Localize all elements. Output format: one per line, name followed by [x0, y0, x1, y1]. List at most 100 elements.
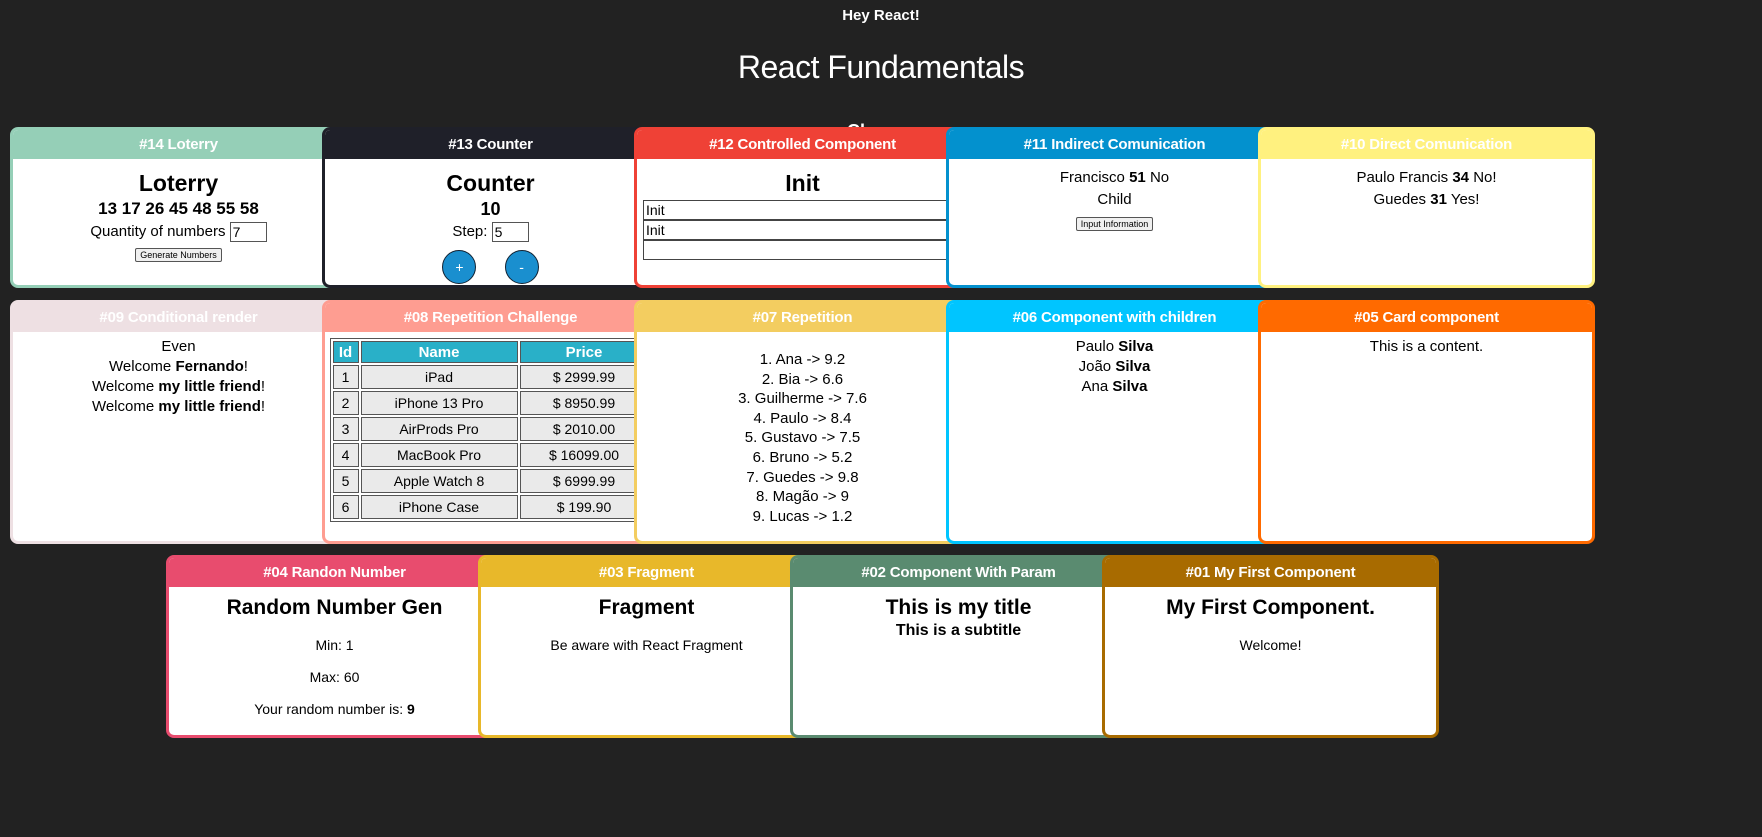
card-counter: #13 Counter Counter 10 Step: + - — [322, 127, 659, 288]
cell-id: 5 — [332, 469, 359, 493]
card-header: #12 Controlled Component — [637, 130, 968, 159]
input-information-button[interactable]: Input Information — [1075, 217, 1154, 231]
welcome-name: my little friend — [158, 378, 261, 395]
card-controlled: #12 Controlled Component Init — [634, 127, 971, 288]
cell-price: $ 2010.00 — [519, 417, 649, 441]
welcome-text: Welcome — [91, 378, 155, 395]
card-card-component: #05 Card component This is a content. — [1258, 300, 1595, 544]
table-row: 1 iPad $ 2999.99 — [332, 365, 649, 389]
person-age: 51 — [1129, 169, 1146, 186]
welcome-name: my little friend — [158, 398, 261, 415]
cell-name: MacBook Pro — [360, 443, 518, 467]
cell-id: 6 — [332, 495, 359, 519]
card-conditional-render: #09 Conditional render Even Welcome Fern… — [10, 300, 347, 544]
person-age: 34 — [1452, 169, 1470, 186]
cell-id: 1 — [332, 365, 359, 389]
welcome-text: Welcome — [109, 358, 172, 375]
list-item: 2. Bia -> 6.6 — [761, 370, 844, 388]
top-title: Hey React! — [842, 7, 920, 24]
cell-id: 3 — [332, 417, 359, 441]
counter-value: 10 — [480, 199, 501, 219]
card-header: #01 My First Component — [1105, 558, 1436, 587]
card-title: This is my title — [885, 596, 1032, 619]
card-title: Init — [785, 170, 820, 196]
cell-name: Apple Watch 8 — [360, 469, 518, 493]
cell-name: iPhone Case — [360, 495, 518, 519]
card-header: #11 Indirect Comunication — [949, 130, 1280, 159]
fragment-text: Be aware with React Fragment — [550, 637, 743, 653]
card-loterry: #14 Loterry Loterry 13 17 26 45 48 55 58… — [10, 127, 347, 288]
welcome-name: Fernando — [175, 358, 244, 375]
list-item: 9. Lucas -> 1.2 — [752, 507, 853, 525]
exclamation: ! — [260, 398, 266, 415]
column-header: Id — [332, 341, 359, 363]
card-header: #03 Fragment — [481, 558, 812, 587]
quantity-label: Quantity of numbers — [90, 222, 226, 240]
card-random-number: #04 Randon Number Random Number Gen Min:… — [166, 555, 503, 738]
increment-button[interactable]: + — [442, 250, 477, 284]
step-label: Step: — [452, 222, 488, 240]
generate-numbers-button[interactable]: Generate Numbers — [135, 248, 222, 262]
card-header: #04 Randon Number — [169, 558, 500, 587]
cell-name: iPhone 13 Pro — [360, 391, 518, 415]
list-item: 7. Guedes -> 9.8 — [746, 468, 859, 486]
column-header: Name — [360, 341, 518, 363]
products-table: Id Name Price 1 iPad $ 2999.99 2 iPhone … — [329, 338, 652, 522]
person-answer: No — [1149, 169, 1170, 186]
page-title: React Fundamentals — [737, 49, 1025, 85]
person-age: 31 — [1430, 191, 1447, 208]
table-row: 2 iPhone 13 Pro $ 8950.99 — [332, 391, 649, 415]
card-header: #07 Repetition — [637, 303, 968, 332]
card-indirect-communication: #11 Indirect Comunication Francisco 51 N… — [946, 127, 1283, 288]
controlled-input-1[interactable] — [643, 200, 962, 220]
controlled-input-3[interactable] — [643, 240, 962, 260]
list-item: 1. Ana -> 9.2 — [759, 351, 846, 368]
card-header: #02 Component With Param — [793, 558, 1124, 587]
child-label: Child — [1097, 191, 1132, 208]
first-name: Ana — [1081, 378, 1109, 395]
lottery-numbers: 13 17 26 45 48 55 58 — [98, 199, 259, 218]
step-input[interactable] — [491, 222, 529, 242]
table-row: 4 MacBook Pro $ 16099.00 — [332, 443, 649, 467]
column-header: Price — [519, 341, 649, 363]
table-row: 6 iPhone Case $ 199.90 — [332, 495, 649, 519]
card-title: Counter — [446, 170, 535, 196]
result-label: Your random number is: — [254, 701, 404, 717]
card-fragment: #03 Fragment Fragment Be aware with Reac… — [478, 555, 815, 738]
welcome-text: Welcome! — [1239, 637, 1302, 653]
cell-price: $ 8950.99 — [519, 391, 649, 415]
cell-price: $ 2999.99 — [519, 365, 649, 389]
person-answer: No! — [1473, 169, 1497, 186]
card-header: #09 Conditional render — [13, 303, 344, 332]
quantity-input[interactable] — [229, 222, 267, 242]
list-item: 3. Guilherme -> 7.6 — [738, 390, 867, 408]
decrement-button[interactable]: - — [504, 250, 539, 284]
card-header: #14 Loterry — [13, 130, 344, 159]
min-value: Min: 1 — [315, 637, 354, 653]
exclamation: ! — [260, 378, 266, 395]
card-component-with-param: #02 Component With Param This is my titl… — [790, 555, 1127, 738]
person-name: Francisco — [1059, 169, 1125, 186]
card-header: #06 Component with children — [949, 303, 1280, 332]
cell-name: AirProds Pro — [360, 417, 518, 441]
cell-name: iPad — [360, 365, 518, 389]
cell-id: 4 — [332, 443, 359, 467]
person-name: Guedes — [1373, 191, 1427, 208]
card-header: #05 Card component — [1261, 303, 1592, 332]
last-name: Silva — [1115, 358, 1151, 375]
first-name: Paulo — [1075, 338, 1115, 355]
card-content: This is a content. — [1369, 338, 1484, 355]
card-header: #13 Counter — [325, 130, 656, 159]
cell-price: $ 199.90 — [519, 495, 649, 519]
card-header: #08 Repetition Challenge — [325, 303, 656, 332]
even-label: Even — [161, 338, 196, 355]
cell-price: $ 16099.00 — [519, 443, 649, 467]
controlled-input-2[interactable] — [643, 220, 962, 240]
card-component-with-children: #06 Component with children Paulo Silva … — [946, 300, 1283, 544]
table-row: 5 Apple Watch 8 $ 6999.99 — [332, 469, 649, 493]
card-my-first-component: #01 My First Component My First Componen… — [1102, 555, 1439, 738]
list-item: 6. Bruno -> 5.2 — [752, 448, 853, 466]
cell-price: $ 6999.99 — [519, 469, 649, 493]
person-answer: Yes! — [1450, 191, 1480, 208]
last-name: Silva — [1118, 338, 1154, 355]
